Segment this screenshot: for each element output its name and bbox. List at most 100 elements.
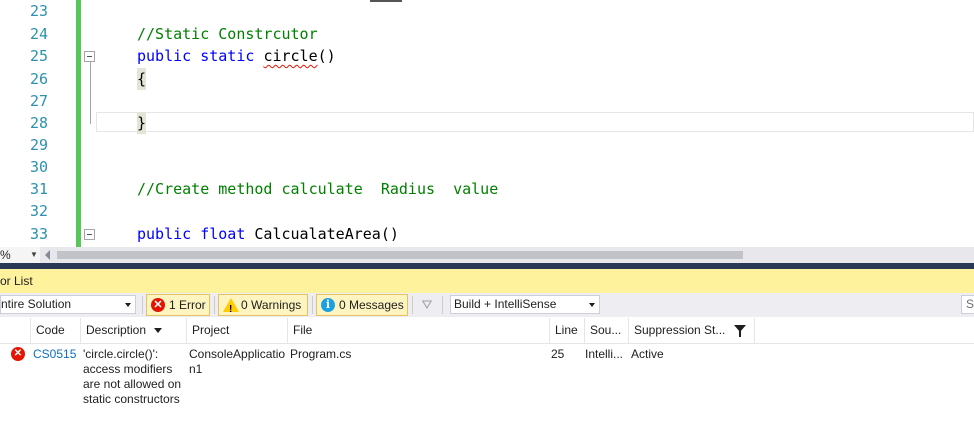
scope-value: ntire Solution — [1, 297, 72, 311]
code-line: 30 — [0, 156, 974, 178]
error-project: ConsoleApplicatio n1 — [189, 347, 289, 377]
brace-close[interactable]: } — [137, 112, 147, 134]
toolbar-separator — [142, 296, 143, 314]
code-comment[interactable]: //Static Constrcutor — [137, 23, 318, 45]
description-line: are not allowed on — [83, 377, 182, 391]
code-line: 31 //Create method calculate Radius valu… — [0, 178, 974, 200]
line-number: 28 — [29, 114, 48, 132]
column-header-label: Sou... — [590, 323, 622, 337]
line-number: 24 — [29, 25, 48, 43]
column-header-label: Code — [36, 323, 65, 337]
sort-descending-icon — [154, 328, 163, 334]
keyword: public — [137, 47, 192, 65]
column-header-label: File — [293, 323, 313, 337]
error-list-column-headers: Code Description Project File Line Sou..… — [0, 318, 974, 344]
code-line: 23 — [0, 0, 974, 22]
warnings-filter-label: 0 Warnings — [241, 298, 302, 312]
brace-open[interactable]: { — [137, 68, 147, 90]
method-name: CalcualateArea — [254, 225, 381, 243]
error-icon: ✕ — [151, 298, 165, 312]
line-number: 23 — [29, 2, 48, 20]
errors-filter-label: 1 Error — [169, 298, 206, 312]
clear-filter-icon[interactable]: ⛛ — [417, 297, 437, 313]
code-line: 28 } — [0, 112, 974, 134]
error-suppression-state: Active — [631, 347, 664, 361]
scope-dropdown[interactable]: ntire Solution — [0, 295, 136, 314]
column-header-source[interactable]: Sou... — [585, 318, 629, 343]
code-editor[interactable]: 23 24 //Static Constrcutor 25 public sta… — [0, 0, 974, 247]
line-number: 33 — [29, 225, 48, 243]
code-line: 27 — [0, 90, 974, 112]
description-line: static constructors — [83, 392, 180, 406]
code-text[interactable]: public static circle() — [137, 45, 336, 67]
errors-filter-button[interactable]: ✕ 1 Error — [146, 294, 210, 316]
line-number: 26 — [29, 70, 48, 88]
info-icon: i — [321, 298, 335, 312]
column-header-label: Project — [192, 323, 230, 337]
line-number: 29 — [29, 136, 48, 154]
code-line: 26 { — [0, 68, 974, 90]
column-header-file[interactable]: File — [288, 318, 550, 343]
keyword: public — [137, 225, 192, 243]
keyword: static — [200, 47, 255, 65]
column-header-description[interactable]: Description — [81, 318, 187, 343]
code-comment[interactable]: //Create method calculate Radius value — [137, 178, 498, 200]
project-line: ConsoleApplicatio — [189, 347, 286, 361]
code-line: 29 — [0, 134, 974, 156]
code-text[interactable]: public float CalcualateArea() — [137, 223, 399, 245]
toolbar-separator — [214, 296, 215, 314]
column-header-label: Line — [555, 323, 578, 337]
description-line: access modifiers — [83, 362, 173, 376]
description-line: 'circle.circle()': — [83, 347, 159, 361]
toolbar-separator — [442, 296, 443, 314]
code-punctuation: () — [380, 225, 399, 243]
column-header-label: Suppression St... — [634, 323, 726, 337]
zoom-dropdown[interactable]: % ▼ — [0, 247, 40, 263]
code-punctuation: () — [317, 47, 336, 65]
code-line: 32 — [0, 200, 974, 222]
zoom-level: % — [0, 248, 11, 262]
warnings-filter-button[interactable]: 0 Warnings — [218, 294, 308, 320]
error-list-rows: ✕ CS0515 'circle.circle()': access modif… — [0, 344, 974, 447]
error-icon: ✕ — [11, 347, 25, 361]
error-line: 25 — [551, 347, 565, 361]
warning-icon — [223, 298, 239, 320]
build-source-value: Build + IntelliSense — [454, 297, 557, 311]
line-number: 31 — [29, 180, 48, 198]
line-number: 30 — [29, 158, 48, 176]
error-list-title-bar[interactable]: or List — [0, 269, 974, 293]
error-list-title: or List — [0, 274, 33, 288]
error-list-toolbar: ntire Solution ✕ 1 Error 0 Warnings i 0 … — [0, 293, 974, 320]
filter-funnel-icon[interactable] — [734, 325, 746, 337]
line-number: 32 — [29, 202, 48, 220]
keyword: float — [200, 225, 246, 243]
error-list-search-input[interactable]: S — [961, 295, 974, 314]
error-code-link[interactable]: CS0515 — [33, 347, 76, 362]
error-source: Intelli... — [585, 347, 624, 361]
search-placeholder: S — [966, 297, 974, 311]
table-row[interactable]: ✕ CS0515 'circle.circle()': access modif… — [0, 344, 974, 410]
messages-filter-button[interactable]: i 0 Messages — [316, 294, 408, 316]
code-line: 33 public float CalcualateArea() — [0, 223, 974, 245]
column-header-line[interactable]: Line — [550, 318, 585, 343]
column-header-project[interactable]: Project — [187, 318, 288, 343]
chevron-down-icon — [589, 303, 595, 307]
toolbar-separator — [412, 296, 413, 314]
column-header-icon[interactable] — [0, 318, 31, 343]
error-file: Program.cs — [290, 347, 352, 361]
project-line: n1 — [189, 362, 203, 376]
messages-filter-label: 0 Messages — [339, 298, 404, 312]
build-source-dropdown[interactable]: Build + IntelliSense — [450, 295, 600, 314]
line-number: 27 — [29, 92, 48, 110]
code-line: 25 public static circle() — [0, 45, 974, 67]
horizontal-scrollbar-thumb[interactable] — [57, 251, 743, 259]
scroll-left-icon[interactable] — [45, 250, 50, 260]
editor-scroll-area: % ▼ — [0, 247, 974, 263]
error-squiggle-identifier[interactable]: circle — [263, 47, 317, 65]
line-number: 25 — [29, 47, 48, 65]
code-line: 24 //Static Constrcutor — [0, 23, 974, 45]
chevron-down-icon — [125, 303, 131, 307]
chevron-down-icon: ▼ — [30, 250, 38, 259]
error-description: 'circle.circle()': access modifiers are … — [83, 347, 187, 407]
column-header-code[interactable]: Code — [31, 318, 81, 343]
